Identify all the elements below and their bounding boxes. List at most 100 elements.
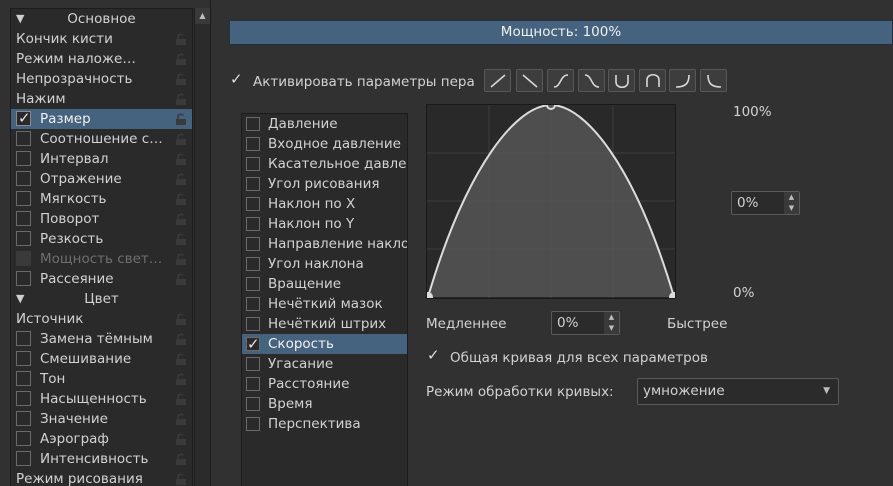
sensor-checkbox[interactable] [246, 137, 260, 151]
preset-s-curve-button[interactable] [547, 69, 574, 92]
brush-option-list[interactable]: ▼ Основное Кончик кисти Режим наложения Непр… [10, 8, 193, 486]
scroll-up-arrow-icon[interactable]: ▲ [195, 8, 210, 24]
option-list-item[interactable]: Резкость [11, 229, 192, 249]
speed-spinbox[interactable]: 0% ▲ ▼ [551, 311, 620, 335]
lock-icon[interactable] [174, 72, 188, 86]
sensor-item[interactable]: Направление накло [242, 234, 407, 254]
sensor-checkbox[interactable] [246, 237, 260, 251]
option-list-item[interactable]: Нажим [11, 89, 192, 109]
option-checkbox[interactable] [16, 331, 31, 346]
sensor-checkbox[interactable] [246, 117, 260, 131]
preset-arch-curve-button[interactable] [639, 69, 666, 92]
shared-curve-checkbox[interactable]: ✓ [426, 346, 442, 365]
option-checkbox[interactable] [16, 391, 31, 406]
sensor-checkbox[interactable] [246, 377, 260, 391]
sensor-checkbox[interactable]: ✓ [246, 335, 260, 353]
option-checkbox[interactable] [16, 451, 31, 466]
lock-icon[interactable] [174, 112, 188, 126]
option-list-item[interactable]: Непрозрачность [11, 69, 192, 89]
sensor-item[interactable]: Вращение [242, 274, 407, 294]
option-checkbox[interactable] [16, 191, 31, 206]
sensor-item[interactable]: Угол рисования [242, 174, 407, 194]
option-list-item[interactable]: Режим рисования [11, 469, 192, 486]
option-checkbox[interactable] [16, 151, 31, 166]
option-list-item[interactable]: Отражение [11, 169, 192, 189]
sensor-item[interactable]: Нечёткий штрих [242, 314, 407, 334]
option-checkbox[interactable] [16, 271, 31, 286]
preset-u-curve-button[interactable] [608, 69, 635, 92]
lock-icon[interactable] [174, 352, 188, 366]
sensor-list[interactable]: Давление Входное давление Касательное давл… [241, 113, 408, 486]
option-list-item[interactable]: Мягкость [11, 189, 192, 209]
preset-ease-in-button[interactable] [700, 69, 727, 92]
lock-icon[interactable] [174, 432, 188, 446]
sensor-checkbox[interactable] [246, 257, 260, 271]
option-list-item[interactable]: Тон [11, 369, 192, 389]
option-list-item[interactable]: Смешивание [11, 349, 192, 369]
option-list-item[interactable]: Режим наложения [11, 49, 192, 69]
sensor-item[interactable]: Наклон по Y [242, 214, 407, 234]
option-checkbox[interactable] [16, 171, 31, 186]
lock-icon[interactable] [174, 312, 188, 326]
sensor-item[interactable]: Угасание [242, 354, 407, 374]
sensor-checkbox[interactable] [246, 217, 260, 231]
strength-slider[interactable]: Мощность: 100% [229, 20, 893, 45]
option-list-item[interactable]: Поворот [11, 209, 192, 229]
collapse-triangle-icon[interactable]: ▼ [16, 9, 24, 29]
option-list-item[interactable]: Мощность светл... [11, 249, 192, 269]
sensor-checkbox[interactable] [246, 197, 260, 211]
sensor-checkbox[interactable] [246, 297, 260, 311]
lock-icon[interactable] [174, 92, 188, 106]
sensor-checkbox[interactable] [246, 397, 260, 411]
option-checkbox[interactable] [16, 431, 31, 446]
lock-icon[interactable] [174, 472, 188, 486]
sensor-item[interactable]: Перспектива [242, 414, 407, 434]
sensor-checkbox[interactable] [246, 177, 260, 191]
sensor-checkbox[interactable] [246, 417, 260, 431]
option-checkbox[interactable]: ✓ [16, 109, 31, 127]
spin-arrows[interactable]: ▲ ▼ [784, 192, 799, 214]
lock-icon[interactable] [174, 132, 188, 146]
curve-graph[interactable] [423, 100, 679, 302]
option-list-item[interactable]: Интервал [11, 149, 192, 169]
spin-down-icon[interactable]: ▼ [604, 323, 619, 334]
spin-arrows[interactable]: ▲ ▼ [604, 312, 619, 334]
option-checkbox[interactable] [16, 251, 31, 266]
option-list-item[interactable]: Рассеяние [11, 269, 192, 289]
curve-offset-spinbox[interactable]: 0% ▲ ▼ [731, 191, 800, 215]
sensor-item[interactable]: Время [242, 394, 407, 414]
lock-icon[interactable] [174, 332, 188, 346]
sensor-item[interactable]: Угол наклона [242, 254, 407, 274]
lock-icon[interactable] [174, 192, 188, 206]
preset-linear-button[interactable] [484, 69, 511, 92]
lock-icon[interactable] [174, 32, 188, 46]
option-list-item[interactable]: Источник [11, 309, 192, 329]
option-list-item[interactable]: Кончик кисти [11, 29, 192, 49]
lock-icon[interactable] [174, 152, 188, 166]
sensor-checkbox[interactable] [246, 277, 260, 291]
option-checkbox[interactable] [16, 411, 31, 426]
option-list-scrollbar[interactable]: ▲ [194, 8, 210, 486]
lock-icon[interactable] [174, 272, 188, 286]
option-checkbox[interactable] [16, 131, 31, 146]
option-checkbox[interactable] [16, 371, 31, 386]
sensor-checkbox[interactable] [246, 317, 260, 331]
option-list-item[interactable]: Значение [11, 409, 192, 429]
sensor-item[interactable]: Расстояние [242, 374, 407, 394]
lock-icon[interactable] [174, 452, 188, 466]
option-list-item[interactable]: Насыщенность [11, 389, 192, 409]
curve-editor[interactable] [423, 100, 679, 302]
lock-icon[interactable] [174, 412, 188, 426]
sensor-item[interactable]: Давление [242, 114, 407, 134]
option-list-item[interactable]: Замена тёмным [11, 329, 192, 349]
spin-down-icon[interactable]: ▼ [784, 203, 799, 214]
sensor-item[interactable]: Касательное давлен [242, 154, 407, 174]
sensor-item[interactable]: ✓ Скорость [242, 334, 407, 354]
lock-icon[interactable] [174, 232, 188, 246]
lock-icon[interactable] [174, 392, 188, 406]
collapse-triangle-icon[interactable]: ▼ [16, 289, 24, 309]
preset-reverse-s-curve-button[interactable] [578, 69, 605, 92]
sensor-checkbox[interactable] [246, 157, 260, 171]
sensor-item[interactable]: Нечёткий мазок [242, 294, 407, 314]
option-list-item[interactable]: Интенсивность [11, 449, 192, 469]
